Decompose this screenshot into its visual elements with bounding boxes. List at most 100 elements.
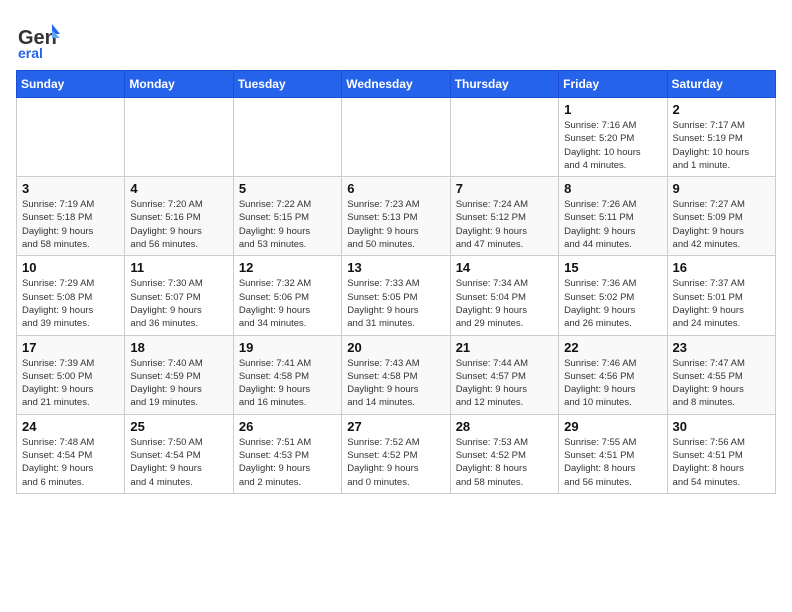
- day-info: Sunrise: 7:16 AM Sunset: 5:20 PM Dayligh…: [564, 119, 661, 172]
- day-info: Sunrise: 7:56 AM Sunset: 4:51 PM Dayligh…: [673, 436, 770, 489]
- logo-icon: Gen eral: [16, 16, 60, 60]
- calendar-cell: 27Sunrise: 7:52 AM Sunset: 4:52 PM Dayli…: [342, 414, 450, 493]
- day-info: Sunrise: 7:17 AM Sunset: 5:19 PM Dayligh…: [673, 119, 770, 172]
- calendar-cell: 2 Sunrise: 7:17 AM Sunset: 5:19 PM Daylig…: [667, 98, 775, 177]
- day-info: Sunrise: 7:47 AM Sunset: 4:55 PM Dayligh…: [673, 357, 770, 410]
- day-number: 30: [673, 419, 770, 434]
- day-info: Sunrise: 7:44 AM Sunset: 4:57 PM Dayligh…: [456, 357, 553, 410]
- calendar-cell: 15 Sunrise: 7:36 AM Sunset: 5:02 PM Dayli…: [559, 256, 667, 335]
- day-info: Sunrise: 7:51 AM Sunset: 4:53 PM Dayligh…: [239, 436, 336, 489]
- day-info: Sunrise: 7:43 AM Sunset: 4:58 PM Dayligh…: [347, 357, 444, 410]
- day-info: Sunrise: 7:39 AM Sunset: 5:00 PM Dayligh…: [22, 357, 119, 410]
- logo: Gen eral: [16, 16, 64, 60]
- day-number: 2: [673, 102, 770, 117]
- day-number: 13: [347, 260, 444, 275]
- day-number: 4: [130, 181, 227, 196]
- day-number: 26: [239, 419, 336, 434]
- calendar-cell: 25 Sunrise: 7:50 AM Sunset: 4:54 PM Dayli…: [125, 414, 233, 493]
- svg-text:eral: eral: [18, 45, 43, 60]
- day-info: Sunrise: 7:22 AM Sunset: 5:15 PM Dayligh…: [239, 198, 336, 251]
- day-number: 5: [239, 181, 336, 196]
- calendar-cell: 26 Sunrise: 7:51 AM Sunset: 4:53 PM Dayli…: [233, 414, 341, 493]
- calendar-cell: 28 Sunrise: 7:53 AM Sunset: 4:52 PM Dayli…: [450, 414, 558, 493]
- calendar-week-row: 1 Sunrise: 7:16 AM Sunset: 5:20 PM Daylig…: [17, 98, 776, 177]
- calendar-cell: 8Sunrise: 7:26 AM Sunset: 5:11 PM Daylig…: [559, 177, 667, 256]
- calendar-cell: 7 Sunrise: 7:24 AM Sunset: 5:12 PM Daylig…: [450, 177, 558, 256]
- day-of-week-header: Sunday: [17, 71, 125, 98]
- day-info: Sunrise: 7:37 AM Sunset: 5:01 PM Dayligh…: [673, 277, 770, 330]
- day-info: Sunrise: 7:52 AM Sunset: 4:52 PM Dayligh…: [347, 436, 444, 489]
- day-of-week-header: Wednesday: [342, 71, 450, 98]
- day-number: 1: [564, 102, 661, 117]
- day-number: 20: [347, 340, 444, 355]
- calendar-cell: 4 Sunrise: 7:20 AM Sunset: 5:16 PM Daylig…: [125, 177, 233, 256]
- day-info: Sunrise: 7:24 AM Sunset: 5:12 PM Dayligh…: [456, 198, 553, 251]
- calendar-cell: 6 Sunrise: 7:23 AM Sunset: 5:13 PM Daylig…: [342, 177, 450, 256]
- day-number: 29: [564, 419, 661, 434]
- day-of-week-header: Saturday: [667, 71, 775, 98]
- calendar-cell: [125, 98, 233, 177]
- day-number: 23: [673, 340, 770, 355]
- day-of-week-header: Friday: [559, 71, 667, 98]
- day-number: 15: [564, 260, 661, 275]
- day-info: Sunrise: 7:23 AM Sunset: 5:13 PM Dayligh…: [347, 198, 444, 251]
- day-info: Sunrise: 7:32 AM Sunset: 5:06 PM Dayligh…: [239, 277, 336, 330]
- day-number: 6: [347, 181, 444, 196]
- day-number: 19: [239, 340, 336, 355]
- calendar-table: SundayMondayTuesdayWednesdayThursdayFrid…: [16, 70, 776, 494]
- day-number: 22: [564, 340, 661, 355]
- day-info: Sunrise: 7:50 AM Sunset: 4:54 PM Dayligh…: [130, 436, 227, 489]
- calendar-cell: 18 Sunrise: 7:40 AM Sunset: 4:59 PM Dayli…: [125, 335, 233, 414]
- calendar-cell: 5 Sunrise: 7:22 AM Sunset: 5:15 PM Daylig…: [233, 177, 341, 256]
- day-of-week-header: Tuesday: [233, 71, 341, 98]
- calendar-cell: 22Sunrise: 7:46 AM Sunset: 4:56 PM Dayli…: [559, 335, 667, 414]
- calendar-week-row: 10Sunrise: 7:29 AM Sunset: 5:08 PM Dayli…: [17, 256, 776, 335]
- day-info: Sunrise: 7:41 AM Sunset: 4:58 PM Dayligh…: [239, 357, 336, 410]
- day-info: Sunrise: 7:19 AM Sunset: 5:18 PM Dayligh…: [22, 198, 119, 251]
- calendar-cell: 17Sunrise: 7:39 AM Sunset: 5:00 PM Dayli…: [17, 335, 125, 414]
- calendar-cell: 3 Sunrise: 7:19 AM Sunset: 5:18 PM Daylig…: [17, 177, 125, 256]
- day-info: Sunrise: 7:27 AM Sunset: 5:09 PM Dayligh…: [673, 198, 770, 251]
- calendar-cell: 21Sunrise: 7:44 AM Sunset: 4:57 PM Dayli…: [450, 335, 558, 414]
- calendar-cell: 29 Sunrise: 7:55 AM Sunset: 4:51 PM Dayli…: [559, 414, 667, 493]
- calendar-cell: 19 Sunrise: 7:41 AM Sunset: 4:58 PM Dayli…: [233, 335, 341, 414]
- day-info: Sunrise: 7:40 AM Sunset: 4:59 PM Dayligh…: [130, 357, 227, 410]
- day-info: Sunrise: 7:30 AM Sunset: 5:07 PM Dayligh…: [130, 277, 227, 330]
- calendar-cell: [233, 98, 341, 177]
- day-info: Sunrise: 7:20 AM Sunset: 5:16 PM Dayligh…: [130, 198, 227, 251]
- day-info: Sunrise: 7:55 AM Sunset: 4:51 PM Dayligh…: [564, 436, 661, 489]
- calendar-cell: 14Sunrise: 7:34 AM Sunset: 5:04 PM Dayli…: [450, 256, 558, 335]
- calendar-week-row: 24 Sunrise: 7:48 AM Sunset: 4:54 PM Dayli…: [17, 414, 776, 493]
- day-number: 12: [239, 260, 336, 275]
- day-number: 25: [130, 419, 227, 434]
- day-of-week-header: Thursday: [450, 71, 558, 98]
- day-number: 3: [22, 181, 119, 196]
- day-number: 9: [673, 181, 770, 196]
- day-info: Sunrise: 7:53 AM Sunset: 4:52 PM Dayligh…: [456, 436, 553, 489]
- day-number: 18: [130, 340, 227, 355]
- day-of-week-header: Monday: [125, 71, 233, 98]
- day-info: Sunrise: 7:36 AM Sunset: 5:02 PM Dayligh…: [564, 277, 661, 330]
- calendar-header-row: SundayMondayTuesdayWednesdayThursdayFrid…: [17, 71, 776, 98]
- day-number: 7: [456, 181, 553, 196]
- calendar-cell: 20 Sunrise: 7:43 AM Sunset: 4:58 PM Dayli…: [342, 335, 450, 414]
- page-header: Gen eral: [16, 16, 776, 60]
- calendar-cell: [342, 98, 450, 177]
- day-number: 10: [22, 260, 119, 275]
- calendar-cell: 23 Sunrise: 7:47 AM Sunset: 4:55 PM Dayli…: [667, 335, 775, 414]
- day-number: 16: [673, 260, 770, 275]
- calendar-cell: 11 Sunrise: 7:30 AM Sunset: 5:07 PM Dayli…: [125, 256, 233, 335]
- day-info: Sunrise: 7:48 AM Sunset: 4:54 PM Dayligh…: [22, 436, 119, 489]
- calendar-cell: 12 Sunrise: 7:32 AM Sunset: 5:06 PM Dayli…: [233, 256, 341, 335]
- calendar-cell: [17, 98, 125, 177]
- calendar-week-row: 3 Sunrise: 7:19 AM Sunset: 5:18 PM Daylig…: [17, 177, 776, 256]
- calendar-cell: 1 Sunrise: 7:16 AM Sunset: 5:20 PM Daylig…: [559, 98, 667, 177]
- day-number: 24: [22, 419, 119, 434]
- day-number: 28: [456, 419, 553, 434]
- calendar-cell: 30 Sunrise: 7:56 AM Sunset: 4:51 PM Dayli…: [667, 414, 775, 493]
- calendar-cell: 24 Sunrise: 7:48 AM Sunset: 4:54 PM Dayli…: [17, 414, 125, 493]
- day-info: Sunrise: 7:26 AM Sunset: 5:11 PM Dayligh…: [564, 198, 661, 251]
- day-number: 14: [456, 260, 553, 275]
- day-number: 11: [130, 260, 227, 275]
- calendar-cell: 9 Sunrise: 7:27 AM Sunset: 5:09 PM Daylig…: [667, 177, 775, 256]
